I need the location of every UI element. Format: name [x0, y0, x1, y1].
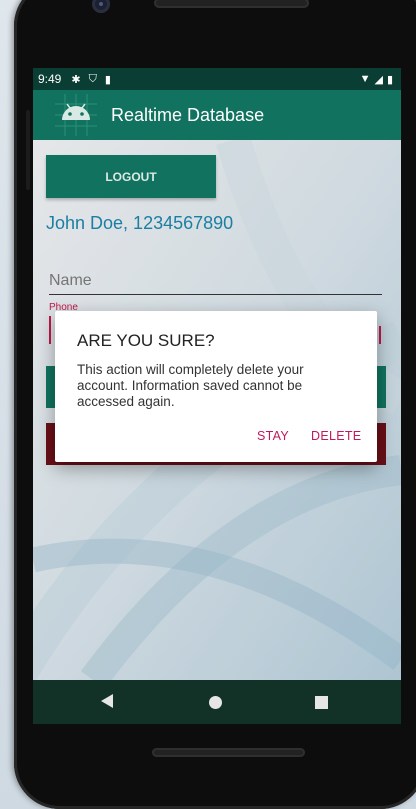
- device-screen: 9:49 ✱ ⛉ ▮ ▼ ◢ ▮ Realtime Database LOGOU…: [33, 68, 401, 724]
- battery-icon: ▮: [386, 73, 393, 86]
- app-bar: Realtime Database: [33, 90, 401, 140]
- earpiece-speaker: [154, 0, 309, 8]
- phone-input-border-left[interactable]: [49, 316, 51, 344]
- logout-button[interactable]: LOGOUT: [46, 155, 216, 198]
- phone-input-border-right: [379, 326, 381, 344]
- status-time: 9:49: [38, 72, 62, 86]
- home-icon[interactable]: [209, 696, 222, 709]
- stay-button[interactable]: STAY: [257, 429, 289, 443]
- android-logo-icon: [55, 94, 97, 136]
- status-bar: 9:49 ✱ ⛉ ▮ ▼ ◢ ▮: [33, 68, 401, 90]
- navigation-bar: [33, 682, 401, 722]
- confirm-dialog: ARE YOU SURE? This action will completel…: [55, 311, 377, 462]
- user-info-text: John Doe, 1234567890: [46, 213, 234, 233]
- phone-side-button: [26, 110, 30, 190]
- dialog-title: ARE YOU SURE?: [77, 331, 215, 350]
- status-icons-right: ▼ ◢ ▮: [360, 73, 393, 86]
- front-camera-icon: [92, 0, 110, 13]
- recents-icon[interactable]: [315, 696, 328, 709]
- status-icons-left: ✱ ⛉ ▮: [71, 73, 111, 86]
- wifi-icon: ▼: [359, 73, 371, 85]
- delete-button[interactable]: DELETE: [311, 429, 361, 443]
- settings-icon: ✱: [71, 73, 81, 86]
- app-title: Realtime Database: [111, 105, 265, 125]
- sd-card-icon: ▮: [104, 73, 111, 86]
- bottom-speaker: [152, 748, 305, 757]
- shield-icon: ⛉: [88, 72, 97, 85]
- back-icon[interactable]: [101, 694, 113, 708]
- dialog-message: This action will completely delete your …: [77, 362, 304, 409]
- name-input[interactable]: [49, 268, 382, 295]
- signal-icon: ◢: [374, 73, 383, 86]
